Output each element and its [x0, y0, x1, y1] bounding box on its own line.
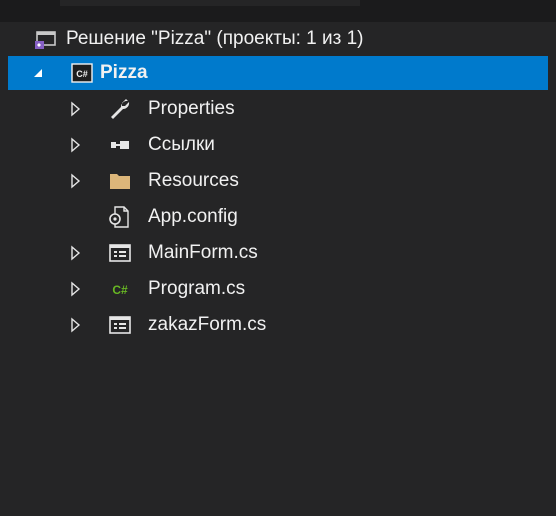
- solution-tree: Решение "Pizza" (проекты: 1 из 1) C# Piz…: [8, 22, 548, 502]
- project-label: Pizza: [100, 62, 148, 83]
- form-icon: [108, 313, 132, 337]
- expand-triangle-icon[interactable]: [68, 245, 84, 261]
- expand-triangle-icon[interactable]: [68, 137, 84, 153]
- solution-explorer-panel: Решение "Pizza" (проекты: 1 из 1) C# Piz…: [0, 0, 556, 516]
- tree-item-resources[interactable]: Resources: [8, 164, 548, 198]
- csharp-project-icon: C#: [70, 61, 94, 85]
- tree-item-app-config[interactable]: App.config: [8, 200, 548, 234]
- wrench-icon: [108, 97, 132, 121]
- tree-item-project-pizza[interactable]: C# Pizza: [8, 56, 548, 90]
- tree-item-solution[interactable]: Решение "Pizza" (проекты: 1 из 1): [8, 22, 548, 56]
- collapse-triangle-icon[interactable]: [30, 65, 46, 81]
- item-label: Ссылки: [148, 134, 215, 155]
- tree-item-references[interactable]: Ссылки: [8, 128, 548, 162]
- csharp-badge-text: C#: [112, 283, 128, 297]
- folder-icon: [108, 169, 132, 193]
- item-label: App.config: [148, 206, 238, 227]
- tree-item-program[interactable]: C# Program.cs: [8, 272, 548, 306]
- config-file-icon: [108, 205, 132, 229]
- solution-icon: [34, 27, 58, 51]
- item-label: zakazForm.cs: [148, 314, 267, 335]
- project-badge-text: C#: [76, 69, 88, 79]
- item-label: Resources: [148, 170, 239, 191]
- expand-triangle-icon[interactable]: [68, 317, 84, 333]
- tree-item-mainform[interactable]: MainForm.cs: [8, 236, 548, 270]
- expand-triangle-icon[interactable]: [68, 101, 84, 117]
- tree-item-zakazform[interactable]: zakazForm.cs: [8, 308, 548, 342]
- expand-triangle-icon[interactable]: [68, 173, 84, 189]
- tree-item-properties[interactable]: Properties: [8, 92, 548, 126]
- expand-triangle-icon[interactable]: [68, 281, 84, 297]
- item-label: Properties: [148, 98, 235, 119]
- references-icon: [108, 133, 132, 157]
- item-label: Program.cs: [148, 278, 246, 299]
- solution-label: Решение "Pizza" (проекты: 1 из 1): [66, 28, 364, 49]
- header-remnant: [60, 0, 360, 6]
- csharp-file-icon: C#: [108, 277, 132, 301]
- item-label: MainForm.cs: [148, 242, 258, 263]
- form-icon: [108, 241, 132, 265]
- panel-header-strip: [0, 0, 556, 22]
